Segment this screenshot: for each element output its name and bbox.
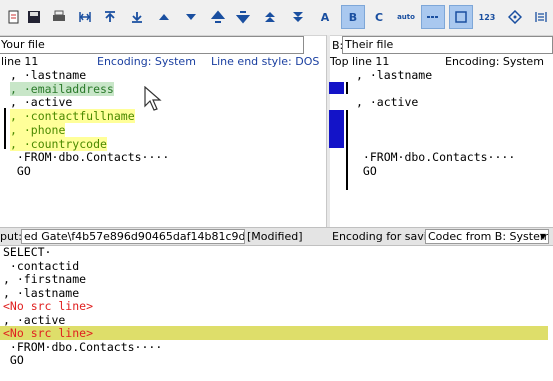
auto-solve-button-label: auto <box>397 13 415 21</box>
modified-status: [Modified] <box>247 230 303 243</box>
print-icon[interactable] <box>47 5 71 29</box>
output-line: GO <box>3 353 24 367</box>
go-bottom-icon[interactable] <box>125 5 149 29</box>
output-line: , ·firstname <box>3 272 87 286</box>
saving-encoding-value: Codec from B: System <box>428 230 549 243</box>
go-next-unsolved-icon[interactable] <box>286 5 310 29</box>
join-diffs-icon[interactable] <box>449 5 473 29</box>
output-header: put: ed Gate\f4b57e896d90465daf14b81c9d9… <box>0 227 553 246</box>
b-change-bar <box>346 82 348 94</box>
go-current-icon[interactable] <box>73 5 97 29</box>
output-line: SELECT· <box>3 245 52 259</box>
auto-solve-button[interactable]: auto <box>394 5 418 29</box>
a-line: , ·phone <box>10 122 66 137</box>
sync-icon[interactable] <box>503 5 527 29</box>
file-a-text[interactable]: , ·lastname, ·emailaddress, ·active, ·co… <box>10 68 322 228</box>
output-label: put: <box>0 230 22 243</box>
output-line: , ·active <box>3 312 66 327</box>
b-line: , ·lastname <box>356 68 433 82</box>
go-prev-unsolved-icon[interactable] <box>258 5 282 29</box>
mouse-cursor-icon <box>144 86 162 111</box>
a-line: , ·contactfullname <box>10 109 135 124</box>
choose-a-button[interactable]: A <box>313 5 337 29</box>
b-line: , ·active <box>356 95 419 110</box>
output-line: <No src line> <box>3 299 94 313</box>
line-numbers-button-label: 123 <box>478 12 496 22</box>
output-text[interactable]: SELECT· ·contactid, ·firstname, ·lastnam… <box>3 245 551 381</box>
choose-a-button-label: A <box>320 10 330 24</box>
file-b-text[interactable]: , ·lastname , ·active ·FROM·dbo.Contacts·… <box>356 68 553 228</box>
b-line: GO <box>356 163 377 178</box>
a-line: , ·active <box>10 95 73 110</box>
a-encoding-label: Encoding: System <box>97 55 196 68</box>
output-line: <No src line> <box>3 326 94 340</box>
b-encoding-label: Encoding: System <box>445 55 544 68</box>
a-line: , ·countrycode <box>10 136 107 151</box>
choose-c-button-label: C <box>374 10 384 24</box>
go-prev-conflict-icon[interactable] <box>206 5 230 29</box>
a-top-line-label: line 11 <box>1 55 39 68</box>
overview-icon[interactable] <box>529 5 553 29</box>
b-diff-marker <box>329 82 344 94</box>
split-diff-icon[interactable] <box>421 5 445 29</box>
go-prev-delta-icon[interactable] <box>152 5 176 29</box>
output-path-field[interactable]: ed Gate\f4b57e896d90465daf14b81c9d9a84d9… <box>21 229 245 244</box>
output-line: ·FROM·dbo.Contacts···· <box>3 339 163 354</box>
output-line: , ·lastname <box>3 285 80 300</box>
b-line: ·FROM·dbo.Contacts···· <box>356 150 516 165</box>
a-line: ·FROM·dbo.Contacts···· <box>10 150 170 165</box>
a-line: , ·lastname <box>10 68 87 82</box>
chevron-down-icon: ▼ <box>539 232 546 241</box>
output-line: ·contactid <box>3 258 80 273</box>
choose-b-button[interactable]: B <box>341 5 365 29</box>
line-numbers-button[interactable]: 123 <box>475 5 499 29</box>
toolbar: A B Cauto 123 <box>0 0 553 36</box>
saving-encoding-select[interactable]: Codec from B: System ▼ <box>425 229 549 244</box>
a-change-bar <box>4 108 6 149</box>
go-top-icon[interactable] <box>98 5 122 29</box>
file-b-path-field[interactable]: Their file <box>342 36 553 54</box>
go-next-conflict-icon[interactable] <box>231 5 255 29</box>
a-line-end-label: Line end style: DOS <box>211 55 320 68</box>
save-icon[interactable] <box>22 5 46 29</box>
choose-c-button[interactable]: C <box>367 5 391 29</box>
a-line: , ·emailaddress <box>10 81 114 96</box>
b-top-line-label: Top line 11 <box>330 55 390 68</box>
a-line: GO <box>10 163 31 178</box>
go-next-delta-icon[interactable] <box>179 5 203 29</box>
file-a-path-field[interactable]: Your file <box>0 36 304 54</box>
b-diff-marker-2 <box>329 110 344 148</box>
choose-b-button-label: B <box>348 10 358 24</box>
b-change-bar-2 <box>346 110 348 190</box>
